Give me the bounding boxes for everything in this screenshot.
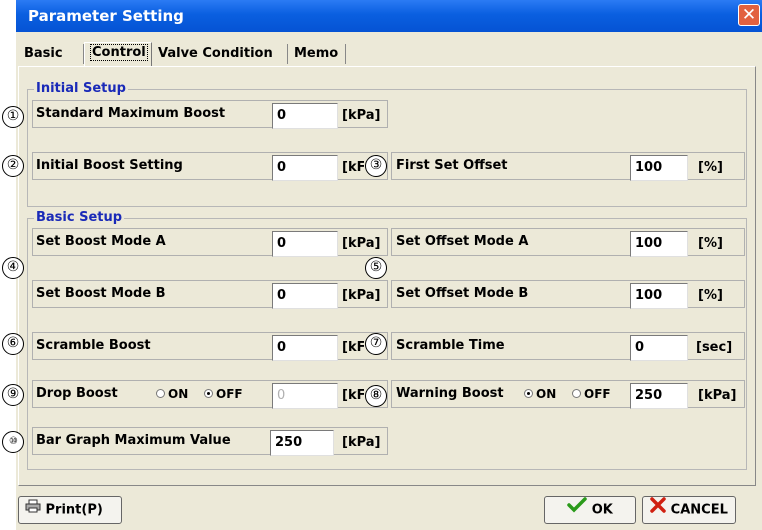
x-icon (650, 497, 666, 523)
marker-10: ⑩ (2, 431, 24, 453)
radio-label: OFF (216, 387, 243, 401)
ok-button[interactable]: OK (544, 496, 636, 524)
set-offset-a-unit: [%] (698, 236, 723, 251)
set-offset-a-input[interactable]: 100 (630, 231, 688, 257)
tab-valve-condition[interactable]: Valve Condition (152, 44, 288, 64)
set-offset-b-unit: [%] (698, 288, 723, 303)
close-icon[interactable]: ✕ (738, 4, 760, 26)
marker-1: ① (2, 106, 24, 128)
std-max-boost-input[interactable]: 0 (272, 103, 338, 129)
initial-boost-input[interactable]: 0 (272, 155, 338, 181)
tab-basic[interactable]: Basic (18, 44, 84, 64)
scramble-time-unit: [sec] (696, 340, 733, 355)
set-boost-b-unit: [kPa] (342, 288, 381, 303)
window-title: Parameter Setting (28, 7, 184, 25)
radio-off-icon (156, 389, 165, 398)
marker-8: ⑧ (365, 385, 387, 407)
first-set-offset-label: First Set Offset (396, 158, 508, 173)
tab-label: Basic (24, 46, 63, 61)
title-bar[interactable]: Parameter Setting ✕ (16, 0, 762, 32)
cancel-button[interactable]: CANCEL (642, 496, 736, 524)
drop-boost-off-radio[interactable]: OFF (204, 387, 243, 401)
marker-2: ② (2, 155, 24, 177)
warning-boost-off-radio[interactable]: OFF (572, 387, 611, 401)
marker-6: ⑥ (2, 333, 24, 355)
marker-7: ⑦ (365, 333, 387, 355)
scramble-boost-unit: [kF (342, 340, 364, 355)
initial-boost-label: Initial Boost Setting (36, 158, 183, 173)
marker-3: ③ (365, 155, 387, 177)
drop-boost-label: Drop Boost (36, 386, 118, 401)
std-max-boost-unit: [kPa] (342, 108, 381, 123)
printer-icon (25, 497, 41, 523)
scramble-boost-label: Scramble Boost (36, 338, 151, 353)
print-button[interactable]: Print(P) (18, 496, 122, 524)
control-panel: Initial Setup Basic Setup (18, 66, 756, 486)
set-boost-b-input[interactable]: 0 (272, 283, 338, 309)
marker-9: ⑨ (2, 384, 24, 406)
tab-label: Memo (294, 46, 339, 61)
radio-selected-icon (524, 389, 533, 398)
tab-label: Valve Condition (158, 46, 273, 61)
warning-boost-input[interactable]: 250 (630, 383, 688, 409)
tab-control[interactable]: Control (84, 42, 152, 66)
cancel-label: CANCEL (670, 502, 728, 518)
set-boost-b-label: Set Boost Mode B (36, 286, 166, 301)
radio-label: ON (536, 387, 557, 401)
bar-graph-max-unit: [kPa] (342, 435, 381, 450)
print-label: Print(P) (45, 502, 103, 518)
scramble-time-input[interactable]: 0 (630, 335, 688, 361)
set-offset-b-label: Set Offset Mode B (396, 286, 529, 301)
first-set-offset-unit: [%] (698, 160, 723, 175)
set-boost-a-unit: [kPa] (342, 236, 381, 251)
ok-label: OK (591, 502, 613, 518)
marker-5: ⑤ (365, 257, 387, 279)
radio-selected-icon (204, 389, 213, 398)
scramble-time-label: Scramble Time (396, 338, 505, 353)
tab-label: Control (90, 44, 148, 61)
group-title: Initial Setup (34, 81, 128, 96)
bar-graph-max-input[interactable]: 250 (270, 430, 334, 456)
radio-label: ON (168, 387, 189, 401)
set-boost-a-input[interactable]: 0 (272, 231, 338, 257)
bar-graph-max-label: Bar Graph Maximum Value (36, 433, 231, 448)
parameter-setting-window: Parameter Setting ✕ Basic Control Valve … (2, 0, 762, 530)
set-boost-a-label: Set Boost Mode A (36, 234, 166, 249)
radio-label: OFF (584, 387, 611, 401)
drop-boost-on-radio[interactable]: ON (156, 387, 188, 401)
check-icon (567, 497, 587, 523)
initial-boost-unit: [kF (342, 160, 364, 175)
warning-boost-on-radio[interactable]: ON (524, 387, 556, 401)
marker-4: ④ (2, 257, 24, 279)
tab-memo[interactable]: Memo (288, 44, 346, 64)
drop-boost-input: 0 (272, 383, 338, 409)
set-offset-a-label: Set Offset Mode A (396, 234, 529, 249)
radio-off-icon (572, 389, 581, 398)
warning-boost-label: Warning Boost (396, 386, 504, 401)
scramble-boost-input[interactable]: 0 (272, 335, 338, 361)
warning-boost-unit: [kPa] (698, 388, 737, 403)
std-max-boost-label: Standard Maximum Boost (36, 106, 226, 121)
set-offset-b-input[interactable]: 100 (630, 283, 688, 309)
group-title: Basic Setup (34, 210, 125, 225)
first-set-offset-input[interactable]: 100 (630, 155, 688, 181)
drop-boost-unit: [kF (342, 388, 364, 403)
